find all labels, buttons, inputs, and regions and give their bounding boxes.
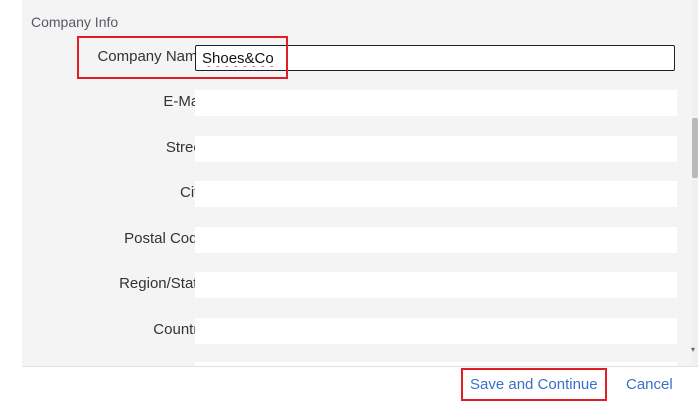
save-and-continue-button[interactable]: Save and Continue	[470, 376, 598, 393]
email-input[interactable]	[195, 90, 677, 116]
region-state-input[interactable]	[195, 272, 677, 298]
company-info-form: Company Info Company Name: E-Mail: Stree…	[22, 0, 694, 366]
company-name-input[interactable]	[195, 45, 675, 71]
dialog-footer: Save and Continue Cancel	[22, 366, 698, 402]
country-input[interactable]	[195, 318, 677, 344]
street-input[interactable]	[195, 136, 677, 162]
scroll-thumb[interactable]	[692, 118, 698, 178]
scrollbar[interactable]: ▾	[691, 0, 698, 366]
cancel-button[interactable]: Cancel	[626, 376, 673, 393]
postal-code-input[interactable]	[195, 227, 677, 253]
section-title: Company Info	[31, 14, 119, 30]
scroll-down-arrow-icon[interactable]: ▾	[691, 346, 695, 354]
city-input[interactable]	[195, 181, 677, 207]
company-name-label: Company Name:	[97, 48, 210, 65]
